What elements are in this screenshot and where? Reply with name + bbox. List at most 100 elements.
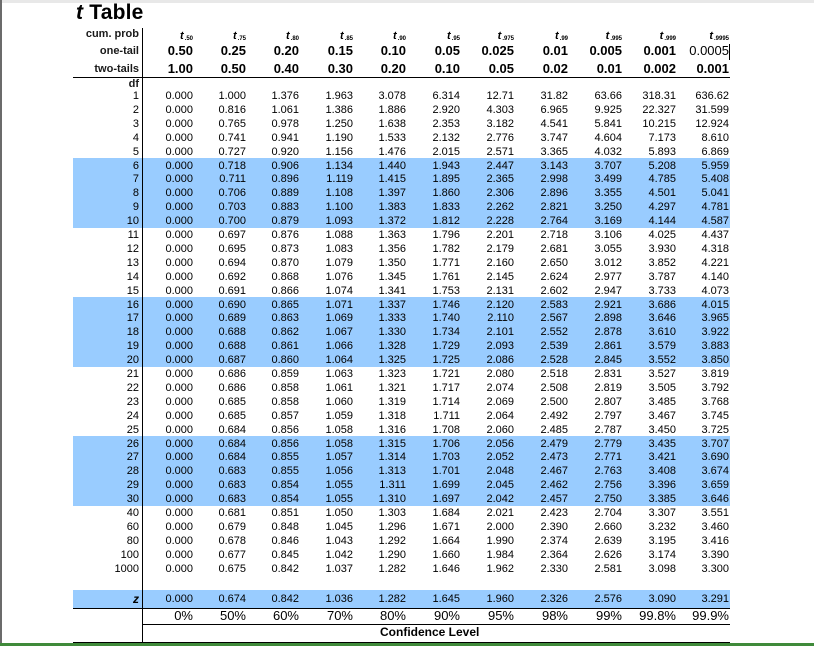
t-value-cell: 2.581 [594,563,622,575]
t-value-cell: 2.508 [540,382,568,394]
table-row: 18 0.000 0.688 0.862 1.067 1.330 1.734 2.101 2.5… [0,325,814,339]
t-value-cell: 0.675 [218,563,246,575]
t-value-cell: 3.355 [594,187,622,199]
df-value: 25 [126,424,139,436]
t-value-cell: 1.761 [432,271,460,283]
cum-prob-cell: t.80 [239,30,299,42]
t-value-cell: 3.505 [648,382,676,394]
table-row: 8 0.000 0.706 0.889 1.108 1.397 1.860 2.306 2.89… [0,186,814,200]
t-value-cell: 2.921 [594,299,622,311]
t-value-cell: 2.479 [540,438,568,450]
t-value-cell: 1.328 [378,340,406,352]
t-value-cell: 1.076 [325,271,353,283]
t-value-cell: 3.768 [701,396,729,408]
t-value-cell: 2.306 [486,187,514,199]
t-value-cell: 1.321 [378,382,406,394]
two-tails-cell: 0.05 [488,61,514,76]
cum-prob-t: t [285,30,290,42]
cum-prob-cell: t.9995 [669,30,729,42]
t-value-cell: 2.086 [486,354,514,366]
t-value-cell: 3.527 [648,368,676,380]
table-row: 5 0.000 0.727 0.920 1.156 1.476 2.015 2.571 3.36… [0,145,814,159]
table-row: 29 0.000 0.683 0.854 1.055 1.311 1.699 2.045 2.4… [0,478,814,492]
t-value-cell: 2.015 [432,146,460,158]
t-value-cell: 0.685 [218,410,246,422]
t-value-cell: 1.664 [432,535,460,547]
table-row: 26 0.000 0.684 0.856 1.058 1.315 1.706 2.056 2.4… [0,437,814,451]
t-value-cell: 1.646 [432,563,460,575]
t-value-cell: 636.62 [695,90,729,102]
t-value-cell: 3.460 [701,521,729,533]
t-value-cell: 0.876 [271,229,299,241]
table-row: 1 0.000 1.000 1.376 1.963 3.078 6.314 12.71 31.8… [0,89,814,103]
t-value-cell: 1.059 [325,410,353,422]
t-value-cell: 2.042 [486,493,514,505]
t-value-cell: 0.862 [271,326,299,338]
t-value-cell: 1.990 [486,535,514,547]
t-value-cell: 4.587 [701,215,729,227]
t-value-cell: 1.050 [325,507,353,519]
t-value-cell: 0.856 [271,438,299,450]
cum-prob-cell: t.995 [562,30,622,42]
t-value-cell: 3.922 [701,326,729,338]
t-value-cell: 0.765 [218,118,246,130]
t-value-cell: 4.025 [648,229,676,241]
cum-prob-t: t [709,30,713,42]
t-value-cell: 2.898 [594,312,622,324]
t-value-cell: 2.021 [486,507,514,519]
t-value-cell: 1.753 [432,285,460,297]
t-value-cell: 3.106 [594,229,622,241]
t-value-cell: 2.977 [594,271,622,283]
t-value-cell: 2.552 [540,326,568,338]
confidence-level-cell: 99.8% [639,608,676,623]
cum-prob-cell: t.99 [508,30,568,42]
t-value-cell: 1.684 [432,507,460,519]
t-value-cell: 2.447 [486,160,514,172]
t-value-cell: 1.397 [378,187,406,199]
t-value-cell: 4.785 [648,173,676,185]
t-value-cell: 3.883 [701,340,729,352]
cum-prob-cell: t.85 [293,30,353,42]
table-row: 16 0.000 0.690 0.865 1.071 1.337 1.746 2.120 2.5… [0,298,814,312]
t-value-cell: 1.333 [378,312,406,324]
t-value-cell: 1.895 [432,173,460,185]
t-value-cell: 1.711 [433,410,460,422]
t-value-cell: 3.610 [648,326,676,338]
t-value-cell: 0.706 [218,187,246,199]
z-label: z [133,592,139,606]
t-value-cell: 1.315 [378,438,406,450]
confidence-level-cell: 99.9% [692,608,729,623]
table-row: 28 0.000 0.683 0.855 1.056 1.313 1.701 2.048 2.4… [0,464,814,478]
two-tails-label: two-tails [94,63,139,75]
t-value-cell: 4.437 [701,229,729,241]
t-value-cell: 0.868 [271,271,299,283]
t-value-cell: 3.686 [648,299,676,311]
t-value-cell: 1.886 [378,104,406,116]
two-tails-cell: 0.01 [596,61,622,76]
t-value-cell: 2.060 [486,424,514,436]
t-value-cell: 2.797 [594,410,622,422]
two-tails-cell: 0.50 [220,61,246,76]
t-value-cell: 4.318 [701,243,729,255]
t-value-cell: 2.000 [486,521,514,533]
t-value-cell: 2.364 [540,549,568,561]
t-value-cell: 1.476 [378,146,406,158]
t-value-cell: 1.061 [271,104,299,116]
t-value-cell: 0.855 [271,451,299,463]
t-value-cell: 1.796 [432,229,460,241]
t-value-cell: 1.310 [378,493,406,505]
t-value-cell: 0.679 [218,521,246,533]
cum-prob-cell: t.999 [616,30,676,42]
t-value-cell: 1.190 [325,132,353,144]
df-value: 10 [126,215,139,227]
df-value: 11 [127,229,139,241]
t-value-cell: 0.941 [271,132,299,144]
t-value-cell: 2.819 [594,382,622,394]
t-value-cell: 2.056 [486,438,514,450]
table-row: 7 0.000 0.711 0.896 1.119 1.415 1.895 2.365 2.99… [0,172,814,186]
t-value-cell: 2.878 [594,326,622,338]
header-divider [73,77,730,78]
t-value-cell: 1.386 [325,104,353,116]
t-value-cell: 1.708 [432,424,460,436]
t-value-cell: 1.833 [432,201,460,213]
